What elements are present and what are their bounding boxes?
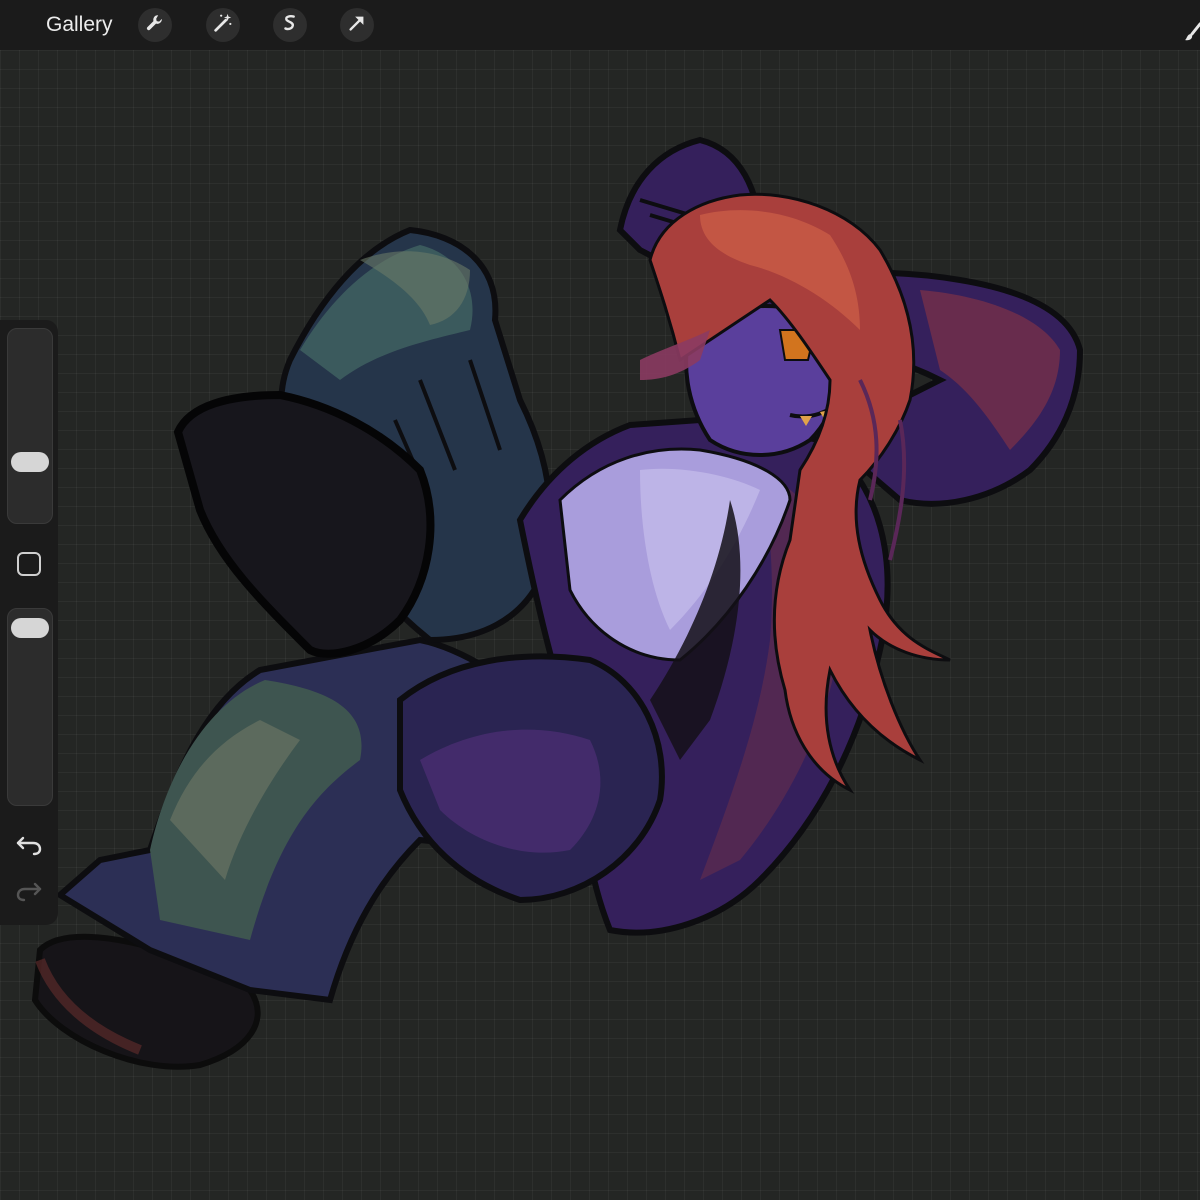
brush-size-slider[interactable]: [7, 328, 53, 524]
undo-button[interactable]: [15, 832, 43, 856]
left-sidebar: [0, 320, 58, 925]
redo-button[interactable]: [15, 878, 43, 902]
adjustments-button[interactable]: [206, 8, 240, 42]
redo-arrow-icon: [15, 882, 43, 906]
procreate-app: Gallery: [0, 0, 1200, 1200]
undo-arrow-icon: [15, 836, 43, 860]
actions-button[interactable]: [138, 8, 172, 42]
brush-opacity-thumb[interactable]: [11, 618, 49, 639]
transform-button[interactable]: [340, 8, 374, 42]
arrow-cursor-icon: [346, 12, 368, 39]
gallery-button[interactable]: Gallery: [46, 12, 113, 38]
brush-opacity-slider[interactable]: [7, 608, 53, 806]
magic-wand-icon: [212, 12, 234, 39]
brush-size-thumb[interactable]: [11, 451, 49, 472]
top-toolbar: Gallery: [0, 0, 1200, 50]
wrench-icon: [144, 12, 166, 39]
modify-button[interactable]: [17, 552, 41, 576]
brush-icon[interactable]: [1184, 22, 1200, 42]
selection-button[interactable]: [273, 8, 307, 42]
selection-s-icon: [279, 12, 301, 39]
character-illustration: [31, 136, 1084, 1070]
drawing-canvas[interactable]: [0, 50, 1200, 1200]
